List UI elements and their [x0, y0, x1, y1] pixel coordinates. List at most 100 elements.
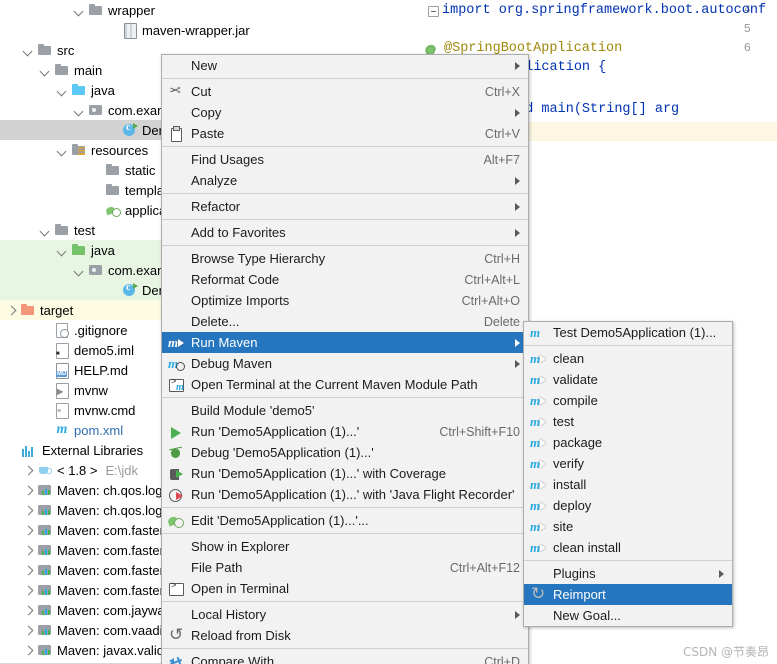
- menu-item-shortcut: Ctrl+Alt+L: [464, 272, 520, 287]
- menu-item[interactable]: m validate: [524, 369, 732, 390]
- menu-item[interactable]: Optimize Imports Ctrl+Alt+O: [162, 290, 528, 311]
- submenu-arrow-icon: [515, 108, 520, 117]
- chevron-down-icon[interactable]: [57, 145, 68, 156]
- menu-item[interactable]: Run 'Demo5Application (1)...' Ctrl+Shift+…: [162, 421, 528, 442]
- folder-icon: [105, 162, 121, 178]
- menu-item-label: Show in Explorer: [191, 539, 290, 554]
- menu-item[interactable]: m Run Maven: [162, 332, 528, 353]
- markdown-file-icon: MD: [54, 362, 70, 379]
- menu-item[interactable]: m verify: [524, 453, 732, 474]
- compare-icon: [168, 654, 184, 664]
- menu-item-label: Delete...: [191, 314, 240, 329]
- chevron-right-icon[interactable]: [23, 485, 34, 496]
- menu-item[interactable]: Debug 'Demo5Application (1)...': [162, 442, 528, 463]
- chevron-right-icon[interactable]: [23, 545, 34, 556]
- chevron-right-icon[interactable]: [23, 625, 34, 636]
- menu-item[interactable]: Compare With... Ctrl+D: [162, 651, 528, 664]
- tree-row[interactable]: wrapper: [0, 0, 392, 20]
- menu-item[interactable]: File Path Ctrl+Alt+F12: [162, 557, 528, 578]
- menu-item[interactable]: m Open Terminal at the Current Maven Modu…: [162, 374, 528, 395]
- menu-item[interactable]: Find Usages Alt+F7: [162, 149, 528, 170]
- source-folder-icon: [71, 82, 87, 98]
- menu-item[interactable]: Plugins: [524, 563, 732, 584]
- chevron-right-icon[interactable]: [6, 305, 17, 316]
- tree-row-label: test: [74, 222, 95, 238]
- menu-item[interactable]: Reformat Code Ctrl+Alt+L: [162, 269, 528, 290]
- chevron-down-icon[interactable]: [57, 85, 68, 96]
- maven-goal-icon: m: [530, 519, 546, 535]
- menu-item[interactable]: Add to Favorites: [162, 222, 528, 243]
- menu-item[interactable]: Build Module 'demo5': [162, 400, 528, 421]
- menu-item[interactable]: m compile: [524, 390, 732, 411]
- menu-item[interactable]: m install: [524, 474, 732, 495]
- menu-item[interactable]: Browse Type Hierarchy Ctrl+H: [162, 248, 528, 269]
- java-class-icon: c: [122, 122, 138, 138]
- chevron-right-icon[interactable]: [23, 605, 34, 616]
- tree-row-label: pom.xml: [74, 422, 124, 438]
- submenu-arrow-icon: [719, 569, 724, 578]
- chevron-down-icon[interactable]: [23, 45, 34, 56]
- chevron-down-icon[interactable]: [40, 225, 51, 236]
- excluded-folder-icon: [20, 302, 36, 318]
- menu-item[interactable]: Reimport: [524, 584, 732, 605]
- menu-item[interactable]: m clean install: [524, 537, 732, 558]
- menu-item[interactable]: New: [162, 55, 528, 76]
- chevron-right-icon[interactable]: [23, 585, 34, 596]
- menu-item[interactable]: Run 'Demo5Application (1)...' with 'Java…: [162, 484, 528, 505]
- run-maven-submenu[interactable]: m Test Demo5Application (1)... m clean m vali…: [523, 321, 733, 627]
- tree-row-label: wrapper: [108, 2, 155, 18]
- menu-item[interactable]: Analyze: [162, 170, 528, 191]
- chevron-down-icon[interactable]: [74, 265, 85, 276]
- menu-item[interactable]: m deploy: [524, 495, 732, 516]
- tree-row-label: resources: [91, 142, 149, 158]
- line-number: 6: [743, 41, 751, 55]
- chevron-down-icon[interactable]: [74, 105, 85, 116]
- context-menu[interactable]: New Cut Ctrl+X Copy Paste Ctrl+V Find Usages Al…: [161, 54, 529, 664]
- resources-folder-icon: [71, 142, 87, 158]
- chevron-down-icon[interactable]: [74, 5, 85, 16]
- chevron-down-icon[interactable]: [40, 65, 51, 76]
- chevron-right-icon[interactable]: [23, 525, 34, 536]
- menu-item[interactable]: Cut Ctrl+X: [162, 81, 528, 102]
- menu-item[interactable]: Local History: [162, 604, 528, 625]
- chevron-right-icon[interactable]: [23, 505, 34, 516]
- menu-item[interactable]: m clean: [524, 348, 732, 369]
- menu-item[interactable]: New Goal...: [524, 605, 732, 626]
- menu-item-shortcut: Delete: [483, 314, 520, 329]
- tree-row-label: Maven: com.fasterxr: [57, 582, 175, 598]
- reimport-icon: [530, 584, 546, 604]
- menu-item[interactable]: Refactor: [162, 196, 528, 217]
- chevron-right-icon[interactable]: [23, 565, 34, 576]
- menu-item[interactable]: Reload from Disk: [162, 625, 528, 646]
- menu-item-label: Reformat Code: [191, 272, 280, 287]
- menu-item[interactable]: Paste Ctrl+V: [162, 123, 528, 144]
- reload-icon: [168, 625, 184, 645]
- line-number: 5: [743, 22, 751, 36]
- cut-icon: [168, 84, 184, 100]
- menu-item[interactable]: Open in Terminal: [162, 578, 528, 599]
- menu-item[interactable]: m package: [524, 432, 732, 453]
- fold-marker-icon[interactable]: [428, 6, 439, 17]
- tree-row-label: static: [125, 162, 156, 178]
- menu-item-label: clean install: [553, 540, 621, 555]
- menu-item[interactable]: Delete... Delete: [162, 311, 528, 332]
- menu-item-shortcut: Ctrl+H: [484, 251, 520, 266]
- menu-item[interactable]: Edit 'Demo5Application (1)...'...: [162, 510, 528, 531]
- menu-item[interactable]: Run 'Demo5Application (1)...' with Cover…: [162, 463, 528, 484]
- menu-item[interactable]: m Test Demo5Application (1)...: [524, 322, 732, 343]
- menu-item[interactable]: m test: [524, 411, 732, 432]
- chevron-down-icon[interactable]: [57, 245, 68, 256]
- chevron-right-icon[interactable]: [23, 465, 34, 476]
- menu-item[interactable]: Show in Explorer: [162, 536, 528, 557]
- menu-item[interactable]: Copy: [162, 102, 528, 123]
- tree-row-label: Maven: ch.qos.logba: [57, 502, 177, 518]
- menu-item[interactable]: m Debug Maven: [162, 353, 528, 374]
- chevron-right-icon[interactable]: [23, 645, 34, 656]
- menu-item[interactable]: m site: [524, 516, 732, 537]
- tree-row[interactable]: maven-wrapper.jar: [0, 20, 392, 40]
- menu-separator: [162, 533, 528, 534]
- menu-item-shortcut: Alt+F7: [483, 152, 520, 167]
- maven-goal-icon: m: [530, 435, 546, 451]
